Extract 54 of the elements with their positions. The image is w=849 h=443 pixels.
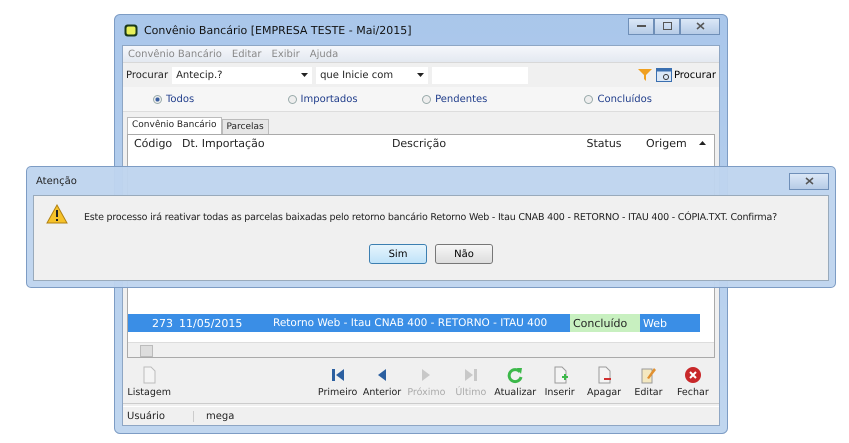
- sort-arrow-icon: [699, 141, 706, 145]
- warning-icon: [46, 204, 68, 224]
- table-cell: Concluído: [570, 314, 640, 332]
- caret-icon: [301, 73, 308, 77]
- close-button[interactable]: [680, 18, 720, 34]
- field-dropdown[interactable]: Antecip.?: [172, 66, 312, 84]
- refresh-icon: [506, 366, 524, 384]
- search-label: Procurar: [126, 70, 168, 80]
- table-cell-text: 273: [151, 316, 174, 332]
- dialog-title: Atenção: [36, 176, 77, 186]
- close-icon: [696, 22, 704, 30]
- table-cell-text: Retorno Web - Itau CNAB 400 - RETORNO - ITAU 400: [272, 316, 548, 331]
- minimize-button[interactable]: [628, 18, 654, 34]
- status-text: Usuário: [123, 410, 194, 422]
- caret-icon: [417, 73, 424, 77]
- maximize-icon: [662, 22, 672, 30]
- status-text: mega: [205, 410, 234, 422]
- close-icon: [684, 366, 702, 384]
- toolbar-button[interactable]: Listagem: [127, 366, 172, 399]
- horizontal-scrollbar[interactable]: [128, 342, 714, 357]
- operator-dropdown[interactable]: que Inicie com: [316, 66, 428, 84]
- toolbar-button[interactable]: Fechar: [670, 366, 716, 399]
- calendar-search-icon: [656, 68, 672, 82]
- toolbar-button[interactable]: Anterior: [360, 366, 404, 399]
- tab[interactable]: Parcelas: [222, 119, 269, 134]
- toolbar-button[interactable]: Inserir: [537, 366, 582, 399]
- column-header[interactable]: Dt. Importação: [176, 137, 270, 150]
- tab[interactable]: Convênio Bancário: [127, 117, 222, 134]
- search-button[interactable]: Procurar: [656, 68, 716, 82]
- table-row[interactable]: 273 11/05/2015 Retorno Web - Itau CNAB 400 - RETORNO - ITAU 400 Concluído Web: [128, 314, 700, 332]
- column-header[interactable]: Origem: [640, 137, 696, 150]
- dialog-message: Este processo irá reativar todas as parcelas baixadas pelo retorno bancário Retorno Web - Itau CNAB 400 - RETORNO - ITAU 400 - CÓPIA.TXT. Confirma?: [84, 212, 777, 223]
- app-icon: [124, 24, 138, 36]
- minimize-icon: [636, 24, 646, 28]
- edit-icon: [639, 366, 658, 384]
- filter-radio[interactable]: Importados: [288, 94, 422, 104]
- filter-radio[interactable]: Concluídos: [584, 94, 720, 104]
- toolbar-button[interactable]: Editar: [626, 366, 671, 399]
- table-cell-text: Web: [642, 316, 668, 332]
- toolbar-button[interactable]: Apagar: [582, 366, 626, 399]
- dialog-button[interactable]: Não: [435, 244, 493, 264]
- dialog-button[interactable]: Sim: [369, 244, 427, 264]
- toolbar-button[interactable]: Primeiro: [315, 366, 360, 399]
- maximize-button[interactable]: [654, 18, 680, 34]
- close-button[interactable]: [789, 172, 829, 190]
- close-icon: [804, 177, 814, 185]
- window-title: Convênio Bancário [EMPRESA TESTE - Mai/2015]: [144, 24, 412, 36]
- column-header[interactable]: Status: [562, 137, 640, 150]
- column-header[interactable]: Descrição: [270, 137, 562, 150]
- column-header[interactable]: Código: [128, 137, 176, 150]
- filter-radio[interactable]: Pendentes: [422, 94, 584, 104]
- filter-radio[interactable]: Todos: [153, 94, 288, 104]
- toolbar-button[interactable]: Atualizar: [493, 366, 538, 399]
- table-cell-text: 11/05/2015: [178, 316, 244, 332]
